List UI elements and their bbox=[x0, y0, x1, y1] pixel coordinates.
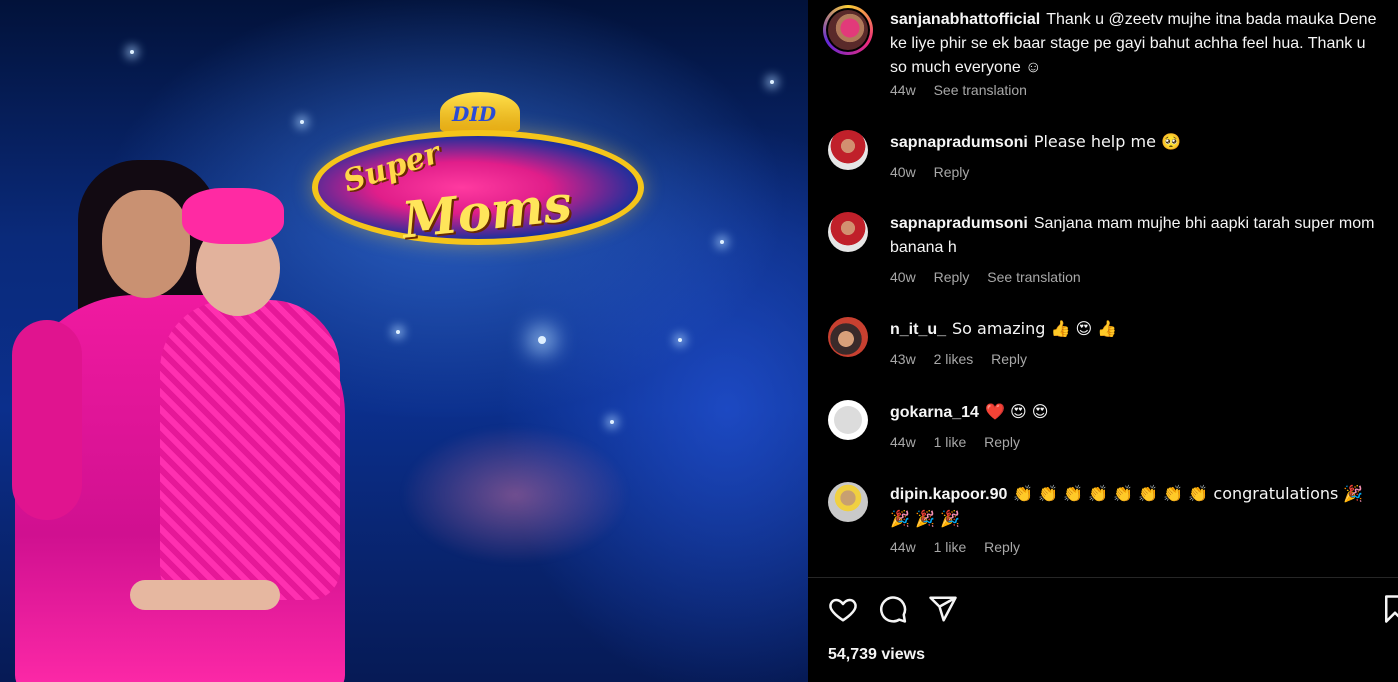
commenter-avatar[interactable] bbox=[828, 317, 868, 357]
commenter-avatar[interactable] bbox=[828, 482, 868, 522]
reply-button[interactable]: Reply bbox=[934, 164, 970, 180]
sparkle bbox=[610, 420, 614, 424]
comment-icon[interactable] bbox=[878, 594, 910, 626]
comment-body: So amazing 👍 😍 👍 bbox=[952, 319, 1118, 338]
comment-meta: 40w Reply bbox=[890, 164, 983, 180]
view-count[interactable]: 54,739 views bbox=[828, 646, 925, 664]
reply-button[interactable]: Reply bbox=[934, 269, 970, 285]
logo-text-small: DID bbox=[452, 102, 497, 126]
comment-text: sapnapradumsoni Please help me 🥺 bbox=[890, 130, 1384, 155]
action-bar bbox=[828, 594, 1398, 626]
caption-meta: 44w See translation bbox=[890, 82, 1041, 98]
section-divider bbox=[808, 577, 1398, 578]
commenter-username[interactable]: sapnapradumsoni bbox=[890, 215, 1028, 232]
see-translation-link[interactable]: See translation bbox=[934, 82, 1027, 98]
caption-age: 44w bbox=[890, 82, 916, 98]
reply-button[interactable]: Reply bbox=[991, 351, 1027, 367]
sparkle bbox=[720, 240, 724, 244]
sparkle bbox=[678, 338, 682, 342]
comment-likes[interactable]: 2 likes bbox=[934, 351, 974, 367]
commenter-avatar[interactable] bbox=[828, 130, 868, 170]
send-icon[interactable] bbox=[928, 594, 960, 626]
logo-reflection bbox=[400, 425, 630, 565]
comment-age: 44w bbox=[890, 539, 916, 555]
comment-likes[interactable]: 1 like bbox=[934, 539, 967, 555]
author-username[interactable]: sanjanabhattofficial bbox=[890, 11, 1040, 28]
comment-likes[interactable]: 1 like bbox=[934, 434, 967, 450]
comment-age: 40w bbox=[890, 164, 916, 180]
bookmark-icon[interactable] bbox=[1380, 594, 1398, 626]
baby-feet bbox=[130, 580, 280, 610]
comment-meta: 40w Reply See translation bbox=[890, 269, 1095, 285]
reply-button[interactable]: Reply bbox=[984, 539, 1020, 555]
commenter-username[interactable]: n_it_u_ bbox=[890, 321, 946, 338]
comment-text: sapnapradumsoni Sanjana mam mujhe bhi aap… bbox=[890, 212, 1384, 260]
comment-meta: 44w 1 like Reply bbox=[890, 434, 1034, 450]
baby-bow bbox=[182, 188, 284, 244]
comment-body: Please help me 🥺 bbox=[1033, 132, 1181, 151]
sparkle bbox=[130, 50, 134, 54]
commenter-username[interactable]: dipin.kapoor.90 bbox=[890, 486, 1007, 503]
comment-age: 40w bbox=[890, 269, 916, 285]
sparkle bbox=[300, 120, 304, 124]
sparkle bbox=[396, 330, 400, 334]
comment-text: gokarna_14 ❤️ 😍 😍 bbox=[890, 400, 1384, 425]
commenter-avatar[interactable] bbox=[828, 212, 868, 252]
baby-dress bbox=[160, 300, 340, 600]
comment-meta: 44w 1 like Reply bbox=[890, 539, 1034, 555]
comment-age: 44w bbox=[890, 434, 916, 450]
heart-icon[interactable] bbox=[828, 594, 860, 626]
sparkle bbox=[538, 336, 546, 344]
see-translation-link[interactable]: See translation bbox=[987, 269, 1080, 285]
mother-arm bbox=[12, 320, 82, 520]
reply-button[interactable]: Reply bbox=[984, 434, 1020, 450]
commenter-username[interactable]: sapnapradumsoni bbox=[890, 134, 1028, 151]
commenter-avatar[interactable] bbox=[828, 400, 868, 440]
comment-text: dipin.kapoor.90 👏 👏 👏 👏 👏 👏 👏 👏 congratul… bbox=[890, 482, 1384, 532]
comment-list[interactable]: sanjanabhattofficial Thank u @zeetv mujhe… bbox=[808, 0, 1398, 577]
comment-body: ❤️ 😍 😍 bbox=[984, 402, 1049, 421]
commenter-username[interactable]: gokarna_14 bbox=[890, 404, 979, 421]
comment-age: 43w bbox=[890, 351, 916, 367]
post-media[interactable]: DID Super Moms bbox=[0, 0, 808, 682]
caption-text: sanjanabhattofficial Thank u @zeetv mujhe… bbox=[890, 8, 1384, 80]
sparkle bbox=[770, 80, 774, 84]
author-avatar[interactable] bbox=[823, 5, 873, 55]
comment-text: n_it_u_ So amazing 👍 😍 👍 bbox=[890, 317, 1384, 342]
mother-face bbox=[102, 190, 190, 298]
comment-meta: 43w 2 likes Reply bbox=[890, 351, 1041, 367]
comments-panel: sanjanabhattofficial Thank u @zeetv mujhe… bbox=[808, 0, 1398, 682]
